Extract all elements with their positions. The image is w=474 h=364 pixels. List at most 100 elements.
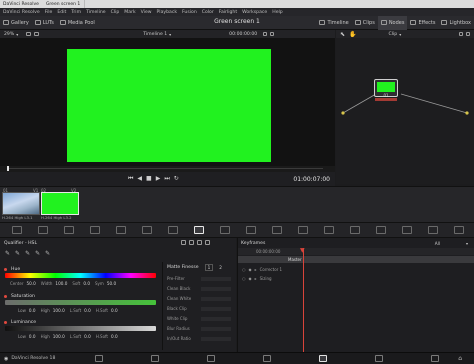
node-editor[interactable]: 01 bbox=[336, 38, 474, 184]
sizing-tool-icon[interactable] bbox=[350, 226, 360, 234]
qualifier-mode-icon[interactable] bbox=[181, 240, 186, 245]
cut-page-icon[interactable] bbox=[151, 355, 160, 362]
luminance-enable-dot[interactable] bbox=[4, 321, 7, 324]
luts-button[interactable]: LUTs bbox=[32, 16, 57, 30]
qualifier-invert-icon[interactable] bbox=[189, 240, 194, 245]
keyframe-add-icon[interactable]: ◆ bbox=[249, 276, 252, 281]
menu-item-mark[interactable]: Mark bbox=[124, 10, 135, 15]
menu-item-fusion[interactable]: Fusion bbox=[182, 10, 197, 15]
tracker-tool-icon[interactable] bbox=[246, 226, 256, 234]
keyframes-filter-dropdown[interactable]: All bbox=[435, 241, 440, 246]
menu-item-fairlight[interactable]: Fairlight bbox=[219, 10, 237, 15]
clip-thumbnail[interactable] bbox=[2, 192, 40, 215]
edit-page-icon[interactable] bbox=[207, 355, 216, 362]
lum-low-value[interactable]: 0.0 bbox=[29, 334, 36, 339]
menu-item-timeline[interactable]: Timeline bbox=[86, 10, 106, 15]
fairlight-page-icon[interactable] bbox=[375, 355, 384, 362]
eyedropper-add-icon[interactable]: ✎ bbox=[15, 250, 20, 257]
viewer-option-icon[interactable] bbox=[263, 32, 268, 36]
key-tool-icon[interactable] bbox=[324, 226, 334, 234]
matte-param-slider[interactable] bbox=[201, 296, 231, 301]
matte-param-slider[interactable] bbox=[201, 336, 231, 341]
play-reverse-icon[interactable]: ◀ bbox=[137, 175, 146, 182]
3d-tool-icon[interactable] bbox=[376, 226, 386, 234]
effects-toggle-button[interactable]: Effects bbox=[407, 16, 438, 30]
feather-subtract-icon[interactable]: ✎ bbox=[45, 250, 50, 257]
media-page-icon[interactable] bbox=[95, 355, 104, 362]
matte-page-2[interactable]: 2 bbox=[219, 265, 222, 270]
eyedropper-subtract-icon[interactable]: ✎ bbox=[25, 250, 30, 257]
menu-item-trim[interactable]: Trim bbox=[71, 10, 81, 15]
media-pool-button[interactable]: Media Pool bbox=[57, 16, 98, 30]
magic-mask-tool-icon[interactable] bbox=[272, 226, 282, 234]
lightbox-toggle-button[interactable]: Lightbox bbox=[438, 16, 474, 30]
color-match-tool-icon[interactable] bbox=[38, 226, 48, 234]
zoom-dropdown[interactable]: 29% bbox=[4, 32, 14, 37]
rgb-mixer-tool-icon[interactable] bbox=[90, 226, 100, 234]
loop-icon[interactable]: ↻ bbox=[174, 175, 183, 182]
saturation-range-bar[interactable] bbox=[5, 300, 156, 305]
expand-arrow-icon[interactable]: ▸ bbox=[255, 267, 257, 272]
node-mode-dropdown[interactable]: Clip bbox=[389, 32, 398, 37]
color-warper-tool-icon[interactable] bbox=[168, 226, 178, 234]
timeline-name[interactable]: Timeline 1 bbox=[143, 32, 167, 37]
menu-item-color[interactable]: Color bbox=[202, 10, 214, 15]
hue-range-bar[interactable] bbox=[5, 273, 156, 278]
keyframe-add-icon[interactable]: ◆ bbox=[249, 267, 252, 272]
window-tool-icon[interactable] bbox=[220, 226, 230, 234]
viewer-split-icon[interactable] bbox=[34, 32, 40, 36]
matte-param-slider[interactable] bbox=[201, 306, 231, 311]
curves-tool-icon[interactable] bbox=[142, 226, 152, 234]
window-tab[interactable]: Green screen 1 bbox=[42, 0, 86, 8]
info-tool-icon[interactable] bbox=[454, 226, 464, 234]
clips-toggle-button[interactable]: Clips bbox=[352, 16, 378, 30]
home-icon[interactable]: ⌂ bbox=[458, 355, 462, 362]
gallery-button[interactable]: Gallery bbox=[0, 16, 32, 30]
hue-soft-value[interactable]: 0.0 bbox=[83, 281, 90, 286]
motion-effects-tool-icon[interactable] bbox=[116, 226, 126, 234]
menu-item-clip[interactable]: Clip bbox=[111, 10, 120, 15]
menu-item-view[interactable]: View bbox=[141, 10, 152, 15]
deliver-page-icon[interactable] bbox=[431, 355, 440, 362]
scopes-tool-icon[interactable] bbox=[428, 226, 438, 234]
playhead-triangle-icon[interactable]: ▼ bbox=[300, 247, 305, 254]
fusion-page-icon[interactable] bbox=[263, 355, 272, 362]
corrector-node[interactable]: 01 bbox=[374, 79, 398, 98]
menu-item-playback[interactable]: Playback bbox=[157, 10, 178, 15]
node-option-icon[interactable] bbox=[459, 32, 463, 36]
lum-high-value[interactable]: 100.0 bbox=[53, 334, 65, 339]
playhead-marker[interactable] bbox=[7, 166, 9, 171]
sat-high-value[interactable]: 100.0 bbox=[53, 308, 65, 313]
keyframes-ruler[interactable]: 00:00:00:00 bbox=[238, 248, 474, 255]
clip-thumbnail-selected[interactable] bbox=[41, 192, 79, 215]
viewer-more-icon[interactable] bbox=[270, 32, 275, 36]
viewer-layout-icon[interactable] bbox=[26, 32, 32, 36]
timeline-toggle-button[interactable]: Timeline bbox=[316, 16, 351, 30]
color-page-icon[interactable] bbox=[319, 355, 328, 362]
matte-param-slider[interactable] bbox=[201, 286, 231, 291]
matte-param-slider[interactable] bbox=[201, 326, 231, 331]
qualifier-reset-icon[interactable] bbox=[197, 240, 202, 245]
hue-enable-dot[interactable] bbox=[4, 268, 7, 271]
hand-tool-icon[interactable]: ✋ bbox=[349, 31, 356, 38]
matte-param-slider[interactable] bbox=[201, 276, 231, 281]
skip-to-start-icon[interactable]: ⏮ bbox=[128, 175, 137, 182]
stop-icon[interactable]: ■ bbox=[146, 175, 156, 182]
menu-item-file[interactable]: File bbox=[45, 10, 53, 15]
blur-tool-icon[interactable] bbox=[298, 226, 308, 234]
pointer-tool-icon[interactable]: ⬉ bbox=[340, 31, 345, 38]
matte-page-1[interactable]: 1 bbox=[204, 264, 214, 271]
camera-raw-tool-icon[interactable] bbox=[12, 226, 22, 234]
hue-width-value[interactable]: 100.0 bbox=[55, 281, 67, 286]
qualifier-more-icon[interactable] bbox=[205, 240, 210, 245]
qualifier-tool-icon[interactable] bbox=[194, 226, 204, 234]
keyframe-playhead[interactable] bbox=[303, 248, 304, 352]
menu-item-edit[interactable]: Edit bbox=[57, 10, 66, 15]
saturation-enable-dot[interactable] bbox=[4, 295, 7, 298]
luminance-range-bar[interactable] bbox=[5, 326, 156, 331]
matte-param-slider[interactable] bbox=[201, 316, 231, 321]
keyframe-toggle-icon[interactable]: ○ bbox=[242, 276, 246, 281]
eyedropper-icon[interactable]: ✎ bbox=[5, 250, 10, 257]
sat-hsoft-value[interactable]: 0.0 bbox=[111, 308, 118, 313]
hue-sym-value[interactable]: 50.0 bbox=[107, 281, 116, 286]
